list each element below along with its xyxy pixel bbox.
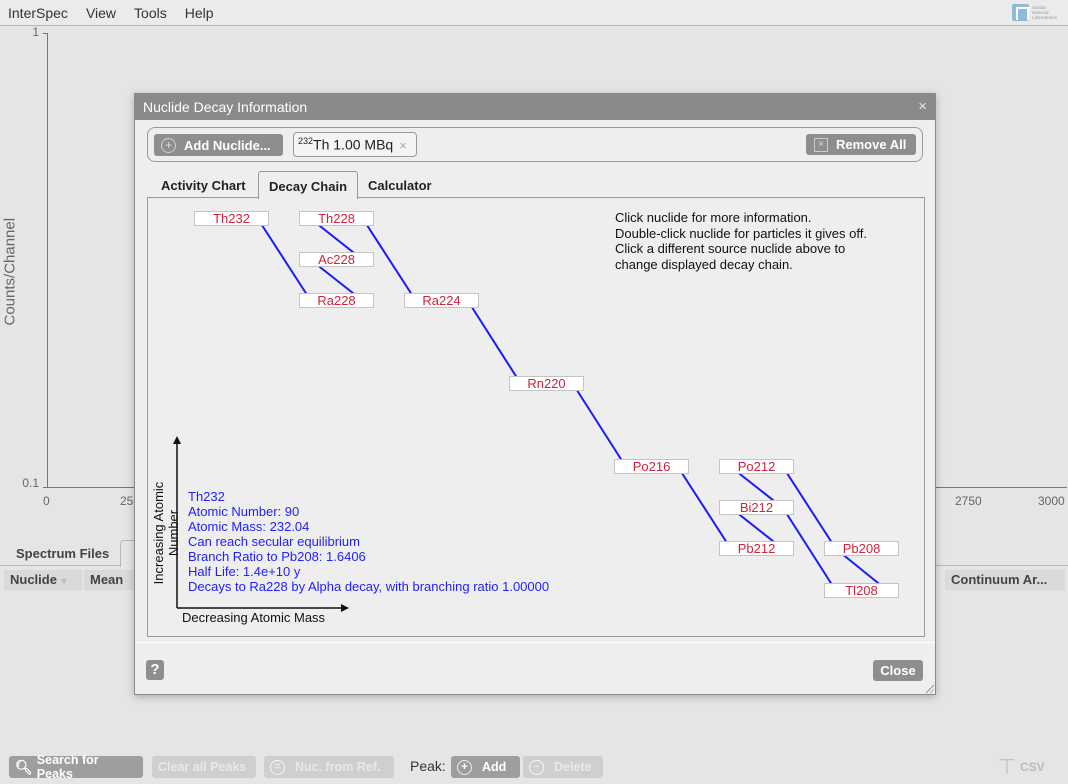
sandia-logo-icon bbox=[1012, 4, 1029, 21]
menu-help[interactable]: Help bbox=[185, 5, 214, 21]
x-tick-label: 25 bbox=[120, 494, 134, 508]
x-tick-label: 3000 bbox=[1038, 494, 1065, 508]
column-continuum-area[interactable]: Continuum Ar... bbox=[945, 570, 1065, 590]
y-axis-title: Counts/Channel bbox=[1, 217, 19, 326]
axis-label-atomic-number: Increasing Atomic Number bbox=[151, 481, 181, 585]
close-button[interactable]: Close bbox=[873, 660, 923, 681]
y-tick-label: 1 bbox=[32, 25, 39, 39]
decay-arrow-rn220-po216 bbox=[572, 383, 627, 468]
tab-calculator[interactable]: Calculator bbox=[358, 171, 442, 199]
column-nuclide[interactable]: Nuclide ▼ bbox=[4, 570, 82, 590]
nuclide-po216[interactable]: Po216 bbox=[614, 459, 689, 474]
instruction-line: Click nuclide for more information. bbox=[615, 210, 812, 225]
axis-arrow-right-icon bbox=[341, 604, 349, 612]
menu-tools[interactable]: Tools bbox=[134, 5, 167, 21]
delete-peak-button[interactable]: − Delete bbox=[523, 756, 603, 778]
chip-activity: 1.00 MBq bbox=[333, 136, 394, 153]
nuclide-pb212[interactable]: Pb212 bbox=[719, 541, 794, 556]
nuc-from-ref-button[interactable]: = Nuc. from Ref. bbox=[264, 756, 394, 778]
decay-arrow-ra224-rn220 bbox=[467, 300, 522, 385]
info-secular: Can reach secular equilibrium bbox=[188, 534, 360, 549]
csv-export-button[interactable]: ⏉ CSV bbox=[1000, 757, 1045, 777]
nuclide-bi212[interactable]: Bi212 bbox=[719, 500, 794, 515]
nuclide-chip[interactable]: 232Th 1.00 MBq × bbox=[293, 132, 417, 157]
info-nuclide: Th232 bbox=[188, 489, 225, 504]
info-branch-ratio: Branch Ratio to Pb208: 1.6406 bbox=[188, 549, 366, 564]
nuclide-tl208[interactable]: Tl208 bbox=[824, 583, 899, 598]
nuclide-po212[interactable]: Po212 bbox=[719, 459, 794, 474]
nuclide-rn220[interactable]: Rn220 bbox=[509, 376, 584, 391]
info-atomic-number: Atomic Number: 90 bbox=[188, 504, 300, 519]
nuclide-ra224[interactable]: Ra224 bbox=[404, 293, 479, 308]
remove-all-button[interactable]: × Remove All bbox=[806, 134, 916, 155]
menu-view[interactable]: View bbox=[86, 5, 116, 21]
tab-activity-chart[interactable]: Activity Chart bbox=[151, 171, 256, 199]
tab-decay-chain[interactable]: Decay Chain bbox=[258, 171, 359, 199]
sandia-logo: Sandia National Laboratories bbox=[1012, 4, 1060, 21]
plus-icon: + bbox=[457, 759, 472, 775]
add-peak-button[interactable]: + Add bbox=[451, 756, 520, 778]
x-tick-label: 2750 bbox=[955, 494, 982, 508]
nuclide-selection-bar: + Add Nuclide... 232Th 1.00 MBq × × Remov… bbox=[147, 127, 923, 162]
nuclide-decay-dialog: Nuclide Decay Information × + Add Nuclid… bbox=[134, 93, 936, 695]
y-axis bbox=[47, 33, 48, 487]
instruction-line: Click a different source nuclide above t… bbox=[615, 241, 846, 256]
y-tick bbox=[43, 33, 47, 34]
axis-arrow-up-icon bbox=[173, 436, 181, 444]
remove-chip-icon[interactable]: × bbox=[399, 138, 407, 153]
nuclide-info: Th232 Atomic Number: 90 Atomic Mass: 232… bbox=[188, 489, 549, 594]
menu-bar: InterSpec View Tools Help Sandia Nationa… bbox=[0, 0, 1068, 26]
dialog-title: Nuclide Decay Information bbox=[143, 99, 308, 115]
equals-icon: = bbox=[270, 759, 285, 775]
x-tick-label: 0 bbox=[43, 494, 50, 508]
instruction-line: Double-click nuclide for particles it gi… bbox=[615, 225, 867, 241]
peak-label: Peak: bbox=[410, 758, 446, 774]
info-half-life: Half Life: 1.4e+10 y bbox=[188, 564, 301, 579]
close-icon[interactable]: × bbox=[918, 98, 927, 115]
chip-mass-number: 232 bbox=[298, 136, 314, 146]
chip-symbol: Th bbox=[313, 136, 330, 153]
logo-text: Sandia National Laboratories bbox=[1032, 5, 1058, 20]
info-decays-to: Decays to Ra228 by Alpha decay, with bra… bbox=[188, 579, 550, 594]
axis-label-atomic-mass: Decreasing Atomic Mass bbox=[182, 610, 326, 625]
nuclide-ac228[interactable]: Ac228 bbox=[299, 252, 374, 267]
plus-icon: + bbox=[161, 137, 176, 153]
nuclide-pb208[interactable]: Pb208 bbox=[824, 541, 899, 556]
clear-peaks-button[interactable]: Clear all Peaks bbox=[152, 756, 256, 778]
nuclide-th232[interactable]: Th232 bbox=[194, 211, 269, 226]
remove-all-icon: × bbox=[814, 137, 828, 152]
tab-spectrum-files[interactable]: Spectrum Files bbox=[2, 540, 123, 567]
dialog-tabs: Activity Chart Decay Chain Calculator bbox=[147, 171, 925, 199]
y-tick-label: 0.1 bbox=[22, 476, 39, 490]
y-tick bbox=[43, 487, 47, 488]
nuclide-th228[interactable]: Th228 bbox=[299, 211, 374, 226]
help-button[interactable]: ? bbox=[146, 660, 164, 680]
menu-interspec[interactable]: InterSpec bbox=[8, 5, 68, 21]
instruction-line: change displayed decay chain. bbox=[615, 256, 793, 272]
download-icon: ⏉ bbox=[1000, 759, 1014, 775]
dialog-title-bar[interactable]: Nuclide Decay Information × bbox=[135, 94, 935, 120]
search-peaks-button[interactable]: 🔍︎ Search for Peaks bbox=[9, 753, 143, 781]
info-atomic-mass: Atomic Mass: 232.04 bbox=[188, 519, 310, 534]
add-nuclide-button[interactable]: + Add Nuclide... bbox=[154, 134, 283, 156]
instructions: Click nuclide for more information. Doub… bbox=[615, 210, 867, 272]
minus-icon: − bbox=[529, 759, 544, 775]
peak-toolbar: 🔍︎ Search for Peaks Clear all Peaks = Nu… bbox=[0, 753, 1068, 781]
search-icon: 🔍︎ bbox=[15, 758, 33, 775]
nuclide-ra228[interactable]: Ra228 bbox=[299, 293, 374, 308]
dialog-footer: ? Close bbox=[135, 642, 935, 694]
decay-chain-panel: Th232 Th228 Ac228 Ra228 Ra224 Rn220 Po216 Po212… bbox=[147, 197, 925, 637]
